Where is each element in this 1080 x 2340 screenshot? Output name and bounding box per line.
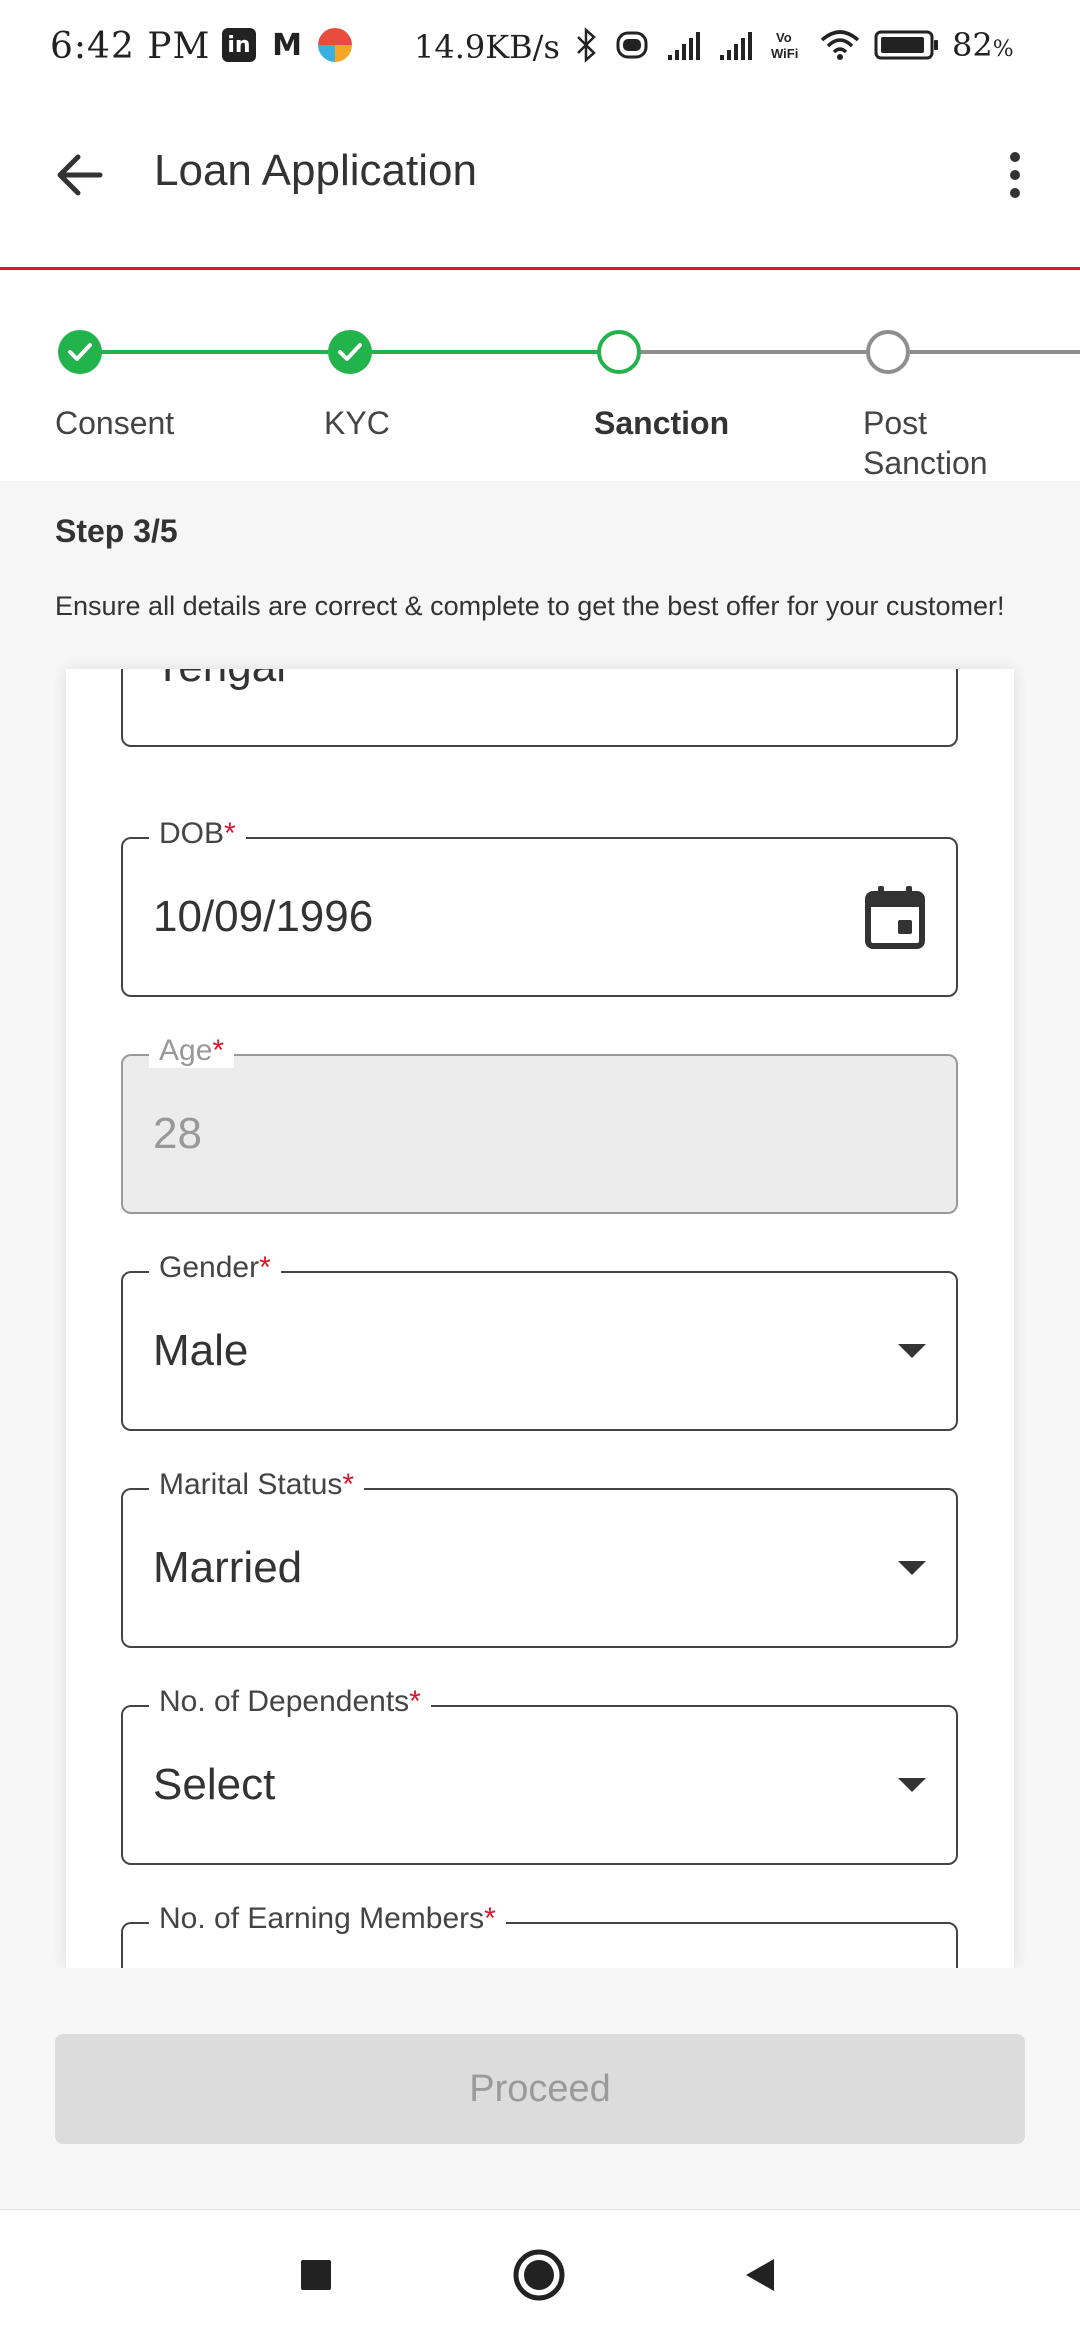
field-label: No. of Earning Members* [149, 1902, 506, 1936]
caret-down-icon [898, 1344, 926, 1358]
proceed-button[interactable]: Proceed [55, 2034, 1025, 2144]
bottom-action-bar: Proceed [0, 1968, 1080, 2210]
age-value: 28 [153, 1109, 202, 1158]
gender-select[interactable]: Gender* Male [121, 1251, 958, 1431]
progress-stepper: Consent KYC Sanction Post Sanction [0, 273, 1080, 481]
dropdown-arrow [898, 1561, 926, 1575]
selected-value: Male [153, 1326, 249, 1375]
dropdown-arrow [898, 1344, 926, 1358]
loan-application-screen: 6:42 PM in M 14.9KB/s Vo WiFi 82% Loan A… [0, 0, 1080, 2340]
step-kyc-indicator [328, 330, 372, 374]
step-label-consent: Consent [55, 405, 175, 441]
status-bar: 6:42 PM in M 14.9KB/s Vo WiFi 82% [0, 0, 1080, 96]
age-field: Age* 28 [121, 1034, 958, 1214]
arrow-left-icon [57, 154, 103, 196]
system-navigation-bar [0, 2210, 1080, 2340]
step-label-post-sanction: Post Sanction [863, 405, 988, 481]
signal-icon [668, 32, 700, 60]
selected-value: Married [153, 1543, 303, 1592]
home-button[interactable] [504, 2240, 574, 2310]
bluetooth-icon [577, 27, 596, 63]
step-info: Step 3/5 Ensure all details are correct … [0, 481, 1080, 669]
battery-percentage: 82% [952, 26, 1014, 64]
caret-down-icon [898, 1778, 926, 1792]
step-consent-indicator [58, 330, 102, 374]
step-count: Step 3/5 [55, 513, 178, 549]
earning-members-select[interactable]: No. of Earning Members* [121, 1902, 958, 1968]
back-button[interactable] [44, 140, 114, 210]
field-label: No. of Dependents* [149, 1685, 431, 1719]
calendar-icon [865, 886, 925, 949]
linkedin-icon: in [222, 28, 256, 62]
dropdown-arrow [898, 1778, 926, 1792]
field-label: Age* [149, 1034, 235, 1068]
status-app-icons: in M [222, 27, 352, 63]
last-name-field[interactable]: Yengal [121, 669, 958, 747]
dob-field[interactable]: DOB* 10/09/1996 [121, 817, 958, 997]
vowifi-icon: Vo WiFi [771, 30, 798, 61]
step-connector [100, 350, 328, 354]
applicant-form: Yengal DOB* 10/09/1996 Age* 28 Gender* M… [66, 669, 1014, 1968]
field-label: Gender* [149, 1251, 281, 1285]
network-speed: 14.9KB/s [414, 28, 560, 66]
more-options-button[interactable] [990, 140, 1040, 210]
dob-input[interactable]: 10/09/1996 [153, 892, 373, 942]
wifi-icon [820, 30, 860, 60]
gmail-icon: M [272, 27, 302, 63]
step-post-sanction-indicator [866, 330, 910, 374]
field-label: DOB* [149, 817, 246, 851]
app-bar: Loan Application [0, 96, 1080, 270]
selected-value: Select [153, 1760, 276, 1809]
browser-icon [318, 28, 352, 62]
step-label-sanction: Sanction [594, 405, 730, 441]
status-system-icons: Vo WiFi 82% [574, 26, 1014, 64]
step-connector [370, 350, 598, 354]
field-label: Marital Status* [149, 1468, 365, 1502]
svg-text:WiFi: WiFi [771, 46, 798, 61]
field-value: Yengal [153, 669, 286, 692]
status-time: 6:42 PM [50, 26, 211, 67]
more-vertical-icon [1010, 152, 1020, 198]
marital-status-select[interactable]: Marital Status* Married [121, 1468, 958, 1648]
back-nav-button[interactable] [725, 2240, 795, 2310]
battery-icon [874, 30, 938, 60]
step-hint: Ensure all details are correct & complet… [55, 591, 1005, 621]
check-icon [68, 343, 92, 361]
dependents-select[interactable]: No. of Dependents* Select [121, 1685, 958, 1865]
page-title: Loan Application [154, 146, 477, 195]
svg-text:Vo: Vo [776, 30, 792, 45]
check-icon [338, 343, 362, 361]
step-connector [640, 350, 868, 354]
triangle-back-icon [746, 2259, 774, 2291]
caret-down-icon [898, 1561, 926, 1575]
recent-apps-button[interactable] [281, 2240, 351, 2310]
vibrate-icon [616, 31, 648, 59]
step-sanction-indicator [597, 330, 641, 374]
step-label-kyc: KYC [324, 405, 390, 441]
home-circle-icon [513, 2249, 565, 2301]
calendar-button[interactable] [864, 884, 926, 950]
square-icon [301, 2260, 331, 2290]
step-connector [910, 350, 1080, 354]
signal-icon [720, 32, 752, 60]
